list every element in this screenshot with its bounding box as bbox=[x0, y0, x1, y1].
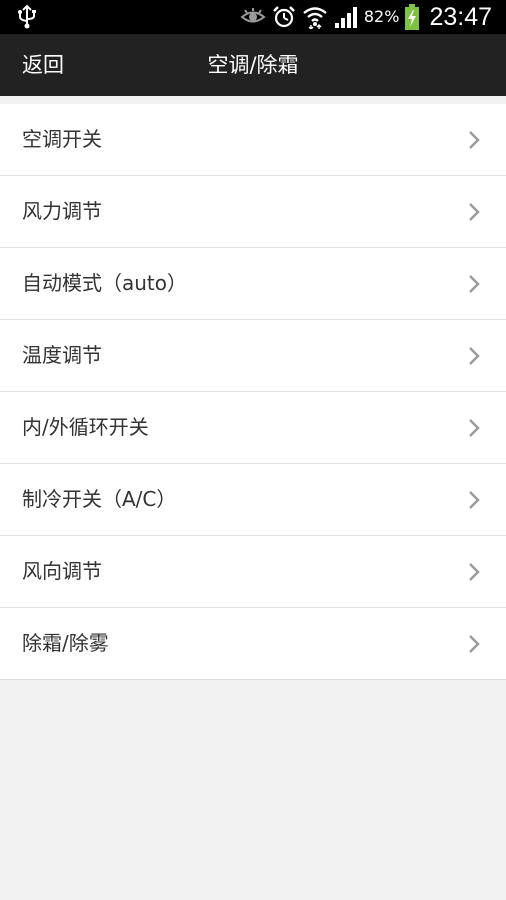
wifi-icon bbox=[303, 7, 327, 29]
chevron-right-icon bbox=[469, 347, 480, 365]
menu-item-ac-switch[interactable]: 空调开关 bbox=[0, 104, 506, 175]
chevron-right-icon bbox=[469, 419, 480, 437]
menu-item-label: 内/外循环开关 bbox=[22, 415, 149, 439]
signal-icon bbox=[334, 7, 357, 28]
chevron-right-icon bbox=[469, 635, 480, 653]
menu-item-fan-speed[interactable]: 风力调节 bbox=[0, 175, 506, 247]
chevron-right-icon bbox=[469, 203, 480, 221]
menu-item-recirculation[interactable]: 内/外循环开关 bbox=[0, 391, 506, 463]
menu-item-label: 风向调节 bbox=[22, 559, 102, 583]
menu-item-temperature[interactable]: 温度调节 bbox=[0, 319, 506, 391]
menu-item-defrost[interactable]: 除霜/除雾 bbox=[0, 607, 506, 679]
menu-item-label: 温度调节 bbox=[22, 343, 102, 367]
battery-percent: 82% bbox=[363, 7, 400, 26]
status-time: 23:47 bbox=[429, 3, 492, 31]
status-bar: 82% 23:47 bbox=[0, 0, 506, 34]
menu-item-label: 除霜/除雾 bbox=[22, 631, 109, 655]
alarm-icon bbox=[272, 6, 295, 28]
action-bar: 空调/除霜 返回 bbox=[0, 34, 506, 96]
menu-item-label: 自动模式（auto） bbox=[22, 271, 188, 295]
status-icons: 82% 23:47 bbox=[240, 0, 492, 34]
menu-item-label: 制冷开关（A/C） bbox=[22, 487, 177, 511]
chevron-right-icon bbox=[469, 491, 480, 509]
menu-item-auto-mode[interactable]: 自动模式（auto） bbox=[0, 247, 506, 319]
chevron-right-icon bbox=[469, 563, 480, 581]
usb-icon bbox=[18, 4, 36, 29]
battery-charging-icon bbox=[405, 4, 420, 30]
settings-menu-list: 空调开关 风力调节 自动模式（auto） 温度调节 内/外循环开关 制冷开关（A… bbox=[0, 104, 506, 680]
page-title: 空调/除霜 bbox=[207, 53, 299, 77]
back-button[interactable]: 返回 bbox=[22, 34, 64, 96]
chevron-right-icon bbox=[469, 275, 480, 293]
eye-icon bbox=[240, 8, 266, 23]
menu-item-air-direction[interactable]: 风向调节 bbox=[0, 535, 506, 607]
menu-item-ac-cooling[interactable]: 制冷开关（A/C） bbox=[0, 463, 506, 535]
chevron-right-icon bbox=[469, 131, 480, 149]
menu-item-label: 空调开关 bbox=[22, 127, 102, 151]
menu-item-label: 风力调节 bbox=[22, 199, 102, 223]
